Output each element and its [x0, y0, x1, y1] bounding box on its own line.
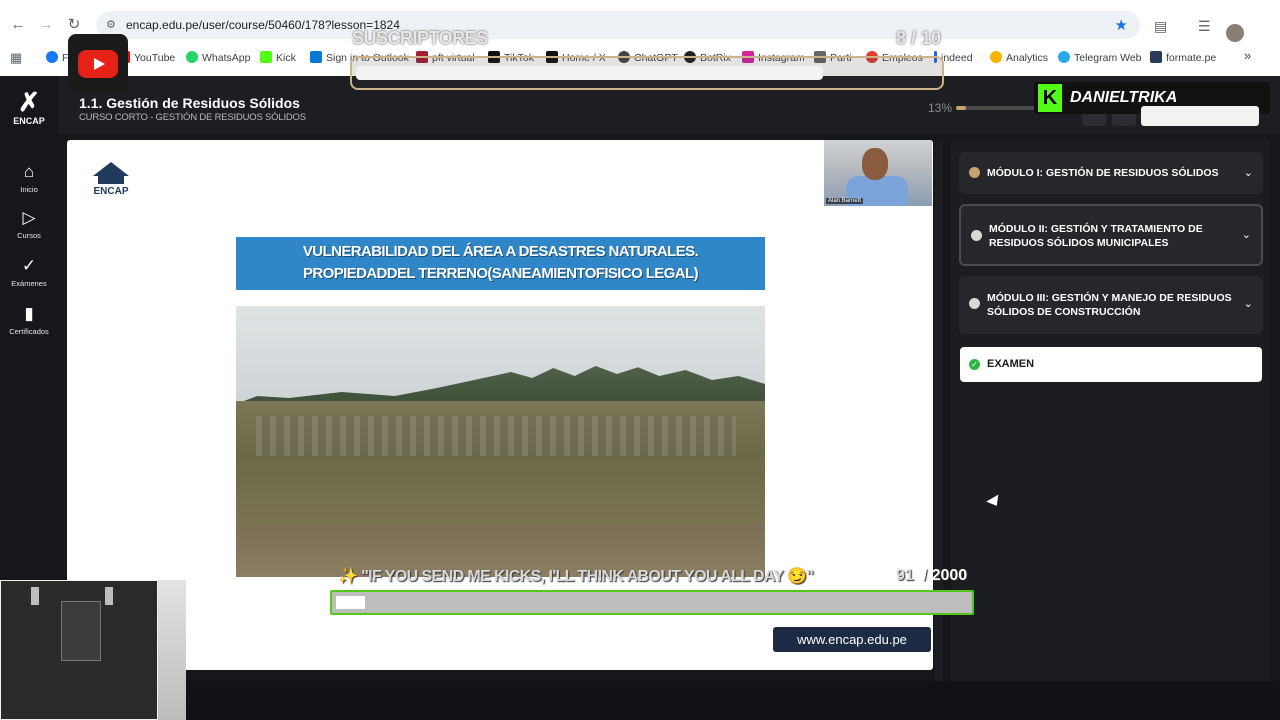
kick-goal-text: ✨ "IF YOU SEND ME KICKS, I'LL THINK ABOU…	[338, 566, 978, 586]
subscriber-goal-fill	[356, 66, 824, 80]
presenter-webcam: Alan Barnett	[824, 140, 932, 206]
webcam-monitor	[61, 601, 101, 661]
streamer-webcam	[0, 580, 186, 720]
slide-url-badge: www.encap.edu.pe	[773, 627, 931, 652]
subscriber-goal-bar	[350, 56, 944, 90]
slide-logo-text: ENCAP	[93, 186, 129, 197]
back-icon[interactable]: ←	[10, 17, 26, 33]
sidebar-item-cursos[interactable]: ▷ Cursos	[0, 208, 58, 240]
telegram-icon	[1058, 51, 1070, 63]
webcam-light-strip	[158, 580, 186, 720]
bookmark-icon: ▮	[24, 304, 34, 323]
formate-icon	[1150, 51, 1162, 63]
slide-title-line2: PROPIEDADDEL TERRENO(SANEAMIENTOFISICO L…	[303, 265, 699, 282]
presenter-caption: Alan Barnett	[826, 198, 864, 204]
encap-brand[interactable]: ✗ ENCAP	[8, 88, 50, 126]
play-circle-icon: ▷	[22, 208, 36, 227]
presenter-face	[862, 148, 888, 180]
exam-label: EXAMEN	[987, 358, 1035, 370]
analytics-icon	[990, 51, 1002, 63]
door-handle	[31, 587, 39, 605]
profile-avatar[interactable]	[1226, 24, 1244, 42]
module-item-1[interactable]: MÓDULO I: GESTIÓN DE RESIDUOS SÓLIDOS ⌄	[959, 152, 1263, 194]
module-title: MÓDULO I: GESTIÓN DE RESIDUOS SÓLIDOS	[987, 167, 1219, 179]
brand-label: ENCAP	[13, 116, 45, 126]
bookmark-star-icon[interactable]: ★	[1115, 16, 1128, 34]
module-item-2[interactable]: MÓDULO II: GESTIÓN Y TRATAMIENTO DE RESI…	[959, 204, 1263, 266]
sidebar-item-label: Inicio	[20, 185, 38, 194]
course-progress-bar	[956, 106, 1036, 110]
subscriber-target: / 10	[911, 28, 942, 48]
sidebar-item-label: Cursos	[17, 231, 41, 240]
kick-goal-bar	[330, 590, 974, 615]
bookmark-item[interactable]: formate.pe	[1150, 51, 1216, 64]
sparkle-icon: ✨	[338, 568, 358, 585]
lesson-title: 1.1. Gestión de Residuos Sólidos	[79, 95, 300, 111]
course-subtitle: CURSO CORTO - GESTIÓN DE RESIDUOS SÓLIDO…	[79, 112, 306, 123]
module-title: MÓDULO II: GESTIÓN Y TRATAMIENTO DE RESI…	[989, 223, 1203, 249]
apps-grid-icon[interactable]: ▦	[10, 50, 22, 66]
module-pending-icon	[969, 298, 980, 309]
sidebar-item-inicio[interactable]: ⌂ Inicio	[0, 162, 58, 194]
youtube-play-icon	[78, 50, 118, 78]
more-bookmarks-icon[interactable]: »	[1244, 48, 1251, 63]
module-panel: MÓDULO I: GESTIÓN DE RESIDUOS SÓLIDOS ⌄ …	[951, 140, 1270, 695]
kick-goal-fill	[336, 596, 365, 609]
extensions-icon[interactable]: ▤	[1154, 18, 1167, 35]
slide-title-banner: VULNERABILIDAD DEL ÁREA A DESASTRES NATU…	[236, 237, 765, 290]
graduation-cap-base	[98, 176, 124, 184]
slide-encap-logo: ENCAP	[89, 162, 133, 197]
reload-icon[interactable]: ↻	[66, 17, 82, 33]
graduation-cap-icon	[93, 162, 129, 176]
complete-lesson-button[interactable]	[1141, 106, 1259, 126]
module-pending-icon	[971, 230, 982, 241]
check-icon: ✓	[21, 256, 37, 275]
kick-icon	[260, 51, 272, 63]
site-info-icon[interactable]: ⚙	[106, 18, 120, 32]
kick-username: DANIELTRIKA	[1070, 89, 1178, 106]
photo-rocks	[256, 416, 736, 456]
bookmark-item[interactable]: Kick	[260, 51, 296, 64]
kick-current: 91	[896, 567, 914, 584]
encap-logo-icon: ✗	[18, 87, 40, 117]
address-row: ← → ↻ ⚙ encap.edu.pe/user/course/50460/1…	[0, 8, 1280, 42]
bottom-bar	[186, 681, 1280, 720]
slide-title-line1: VULNERABILIDAD DEL ÁREA A DESASTRES NATU…	[302, 243, 699, 260]
check-circle-icon: ✓	[969, 359, 980, 370]
subscriber-goal-label: SUSCRIPTORES	[352, 28, 488, 48]
outlook-icon	[310, 51, 322, 63]
facebook-icon	[46, 51, 58, 63]
chevron-down-icon: ⌄	[1243, 167, 1253, 179]
module-item-3[interactable]: MÓDULO III: GESTIÓN Y MANEJO DE RESIDUOS…	[959, 276, 1263, 334]
chevron-down-icon: ⌄	[1241, 229, 1251, 241]
slide-landscape-photo	[236, 306, 765, 577]
course-progress-fill	[956, 106, 967, 110]
kick-target: / 2000	[922, 567, 968, 584]
kick-logo-icon: K	[1038, 84, 1062, 112]
module-title: MÓDULO III: GESTIÓN Y MANEJO DE RESIDUOS…	[987, 292, 1232, 318]
webcam-background-door	[0, 580, 158, 720]
sidebar-item-certificados[interactable]: ▮ Certificados	[0, 304, 58, 336]
exam-item[interactable]: ✓ EXAMEN	[960, 347, 1262, 382]
kick-goal-count: 91 / 2000	[896, 567, 967, 585]
bookmark-item[interactable]: Telegram Web	[1058, 51, 1142, 64]
media-control-icon[interactable]: ☰	[1198, 18, 1211, 35]
sidebar-item-label: Exámenes	[11, 279, 47, 288]
module-done-icon	[969, 167, 980, 178]
chevron-down-icon: ⌄	[1243, 298, 1253, 310]
subscriber-current: 8	[896, 28, 907, 48]
kick-goal-message: "IF YOU SEND ME KICKS, I'LL THINK ABOUT …	[361, 568, 814, 585]
bookmark-item[interactable]: WhatsApp	[186, 51, 250, 64]
whatsapp-icon	[186, 51, 198, 63]
bookmark-item[interactable]: Analytics	[990, 51, 1048, 64]
sidebar-item-label: Certificados	[9, 327, 49, 336]
subscriber-goal-count: 8 / 10	[896, 28, 941, 49]
sidebar-item-examenes[interactable]: ✓ Exámenes	[0, 256, 58, 288]
youtube-overlay-logo	[68, 34, 128, 92]
door-handle	[105, 587, 113, 605]
course-progress-label: 13%	[928, 101, 953, 115]
address-bar[interactable]: ⚙ encap.edu.pe/user/course/50460/178?les…	[96, 11, 1140, 39]
forward-icon[interactable]: →	[38, 17, 54, 33]
home-icon: ⌂	[23, 162, 35, 181]
